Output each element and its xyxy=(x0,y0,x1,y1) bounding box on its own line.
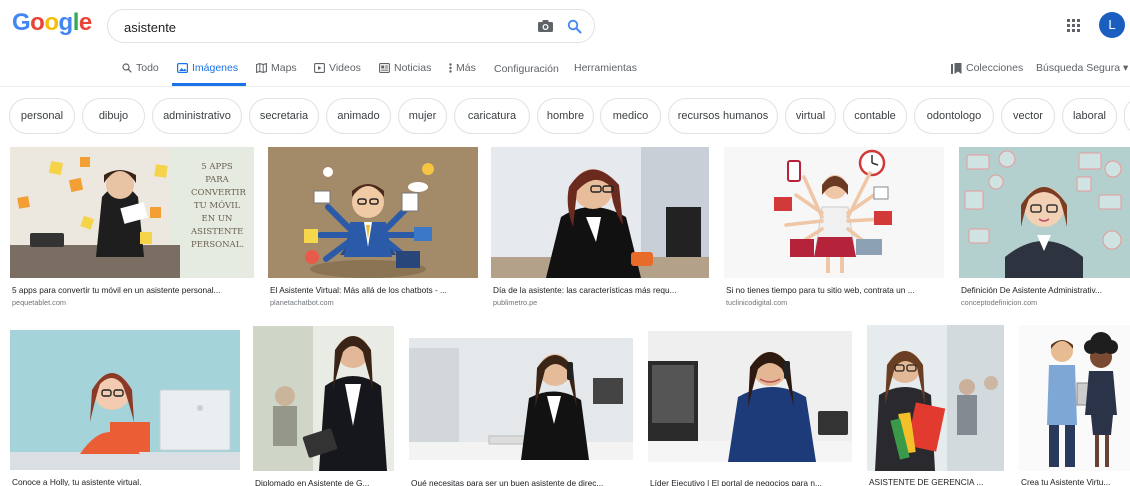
bookmark-collection-icon xyxy=(951,62,962,74)
search-box[interactable] xyxy=(107,9,595,43)
chip[interactable]: caricatura xyxy=(454,98,530,134)
chip[interactable]: medico xyxy=(600,98,661,134)
chip[interactable]: secretaria xyxy=(249,98,319,134)
result-source: tuclinicodigital.com xyxy=(726,298,788,307)
header: Google L xyxy=(0,0,1130,52)
tab-videos[interactable]: Videos xyxy=(314,62,361,74)
result-caption: ASISTENTE DE GERENCIA ... xyxy=(869,477,984,486)
chip[interactable]: virtual xyxy=(785,98,836,134)
tab-maps[interactable]: Maps xyxy=(256,62,297,74)
google-logo[interactable]: Google xyxy=(12,9,92,37)
image-result[interactable]: Día de la asistente: las características… xyxy=(491,147,709,310)
result-caption: Líder Ejecutivo | El portal de negocios … xyxy=(650,478,822,486)
image-result[interactable]: ASISTENTE DE GERENCIA ... xyxy=(867,325,1004,486)
chip[interactable]: laboral xyxy=(1062,98,1117,134)
chip[interactable]: vector xyxy=(1001,98,1055,134)
logo-letter: o xyxy=(30,9,45,36)
result-source: pequetablet.com xyxy=(12,298,66,307)
tools-link[interactable]: Herramientas xyxy=(574,62,637,74)
tab-todo[interactable]: Todo xyxy=(122,62,159,74)
image-result[interactable]: Conoce a Holly, tu asistente virtual. xyxy=(10,330,240,486)
result-source: publimetro.pe xyxy=(493,298,538,307)
chip[interactable]: mujer xyxy=(398,98,447,134)
result-thumbnail[interactable] xyxy=(867,325,1004,471)
chip[interactable]: hombre xyxy=(537,98,594,134)
logo-letter: e xyxy=(78,9,92,36)
result-thumbnail[interactable] xyxy=(253,326,394,471)
chip[interactable]: recursos humanos xyxy=(668,98,778,134)
divider xyxy=(0,86,1130,87)
image-result[interactable]: Líder Ejecutivo | El portal de negocios … xyxy=(648,331,852,486)
chip[interactable]: dibujo xyxy=(82,98,145,134)
result-thumbnail[interactable] xyxy=(10,330,240,470)
tools-label: Herramientas xyxy=(574,62,638,74)
tab-label: Imágenes xyxy=(192,62,239,74)
result-caption: Si no tienes tiempo para tu sitio web, c… xyxy=(726,285,915,295)
logo-letter: g xyxy=(58,9,74,36)
settings-label: Configuración xyxy=(494,63,559,75)
camera-icon[interactable] xyxy=(538,20,553,32)
search-icon[interactable] xyxy=(567,19,582,34)
tab-imagenes[interactable]: Imágenes xyxy=(177,62,238,74)
chip[interactable]: contable xyxy=(843,98,907,134)
collections-label: Colecciones xyxy=(966,62,1024,74)
search-icon xyxy=(122,63,132,73)
result-caption: Diplomado en Asistente de G... xyxy=(255,478,370,486)
image-icon xyxy=(177,63,188,73)
news-icon xyxy=(379,63,390,73)
search-input[interactable] xyxy=(124,17,514,37)
result-source: planetachatbot.com xyxy=(270,298,334,307)
chip[interactable]: animado xyxy=(326,98,391,134)
result-caption: Qué necesitas para ser un buen asistente… xyxy=(411,478,604,486)
video-icon xyxy=(314,63,325,73)
image-result[interactable]: Diplomado en Asistente de G... xyxy=(253,326,394,486)
tab-label: Noticias xyxy=(394,62,432,74)
result-thumbnail[interactable] xyxy=(491,147,709,278)
logo-letter: G xyxy=(12,9,31,36)
tab-label: Más xyxy=(456,62,476,74)
safe-search-toggle[interactable]: Búsqueda Segura ▾ xyxy=(1036,62,1128,74)
image-result[interactable]: Definición De Asistente Administrativ...… xyxy=(959,147,1130,310)
result-thumbnail[interactable] xyxy=(409,338,633,460)
chip-partial[interactable] xyxy=(1124,98,1130,134)
result-caption: 5 apps para convertir tu móvil en un asi… xyxy=(12,285,221,295)
result-source: conceptodefinicion.com xyxy=(961,298,1038,307)
tab-mas[interactable]: Más xyxy=(449,62,476,74)
tab-label: Maps xyxy=(271,62,297,74)
chip[interactable]: odontologo xyxy=(914,98,994,134)
result-caption: Conoce a Holly, tu asistente virtual. xyxy=(12,477,142,486)
result-thumbnail[interactable] xyxy=(648,331,852,462)
safe-search-label: Búsqueda Segura ▾ xyxy=(1036,62,1129,74)
settings-link[interactable]: Configuración xyxy=(494,63,559,75)
result-caption: Crea tu Asistente Virtu... xyxy=(1021,477,1111,486)
chip[interactable]: administrativo xyxy=(152,98,242,134)
map-icon xyxy=(256,63,267,73)
result-thumbnail[interactable] xyxy=(268,147,478,278)
image-result[interactable]: 5 APPS PARA CONVERTIR TU MÓVIL EN UN ASI… xyxy=(10,147,254,310)
collections-link[interactable]: Colecciones xyxy=(951,62,1023,74)
avatar[interactable]: L xyxy=(1099,12,1125,38)
result-caption: Día de la asistente: las características… xyxy=(493,285,677,295)
tab-noticias[interactable]: Noticias xyxy=(379,62,431,74)
chip[interactable]: personal xyxy=(9,98,75,134)
image-result[interactable]: Qué necesitas para ser un buen asistente… xyxy=(409,338,633,486)
logo-letter: o xyxy=(44,9,59,36)
result-thumbnail[interactable] xyxy=(959,147,1130,278)
thumbnail-overlay-text: 5 APPS PARA CONVERTIR TU MÓVIL EN UN ASI… xyxy=(191,162,246,250)
related-search-chips: personal dibujo administrativo secretari… xyxy=(9,98,1130,134)
result-thumbnail[interactable] xyxy=(1019,325,1130,471)
apps-grid-icon[interactable] xyxy=(1067,19,1080,32)
image-result[interactable]: Crea tu Asistente Virtu... xyxy=(1019,325,1130,486)
image-result[interactable]: El Asistente Virtual: Más allá de los ch… xyxy=(268,147,478,310)
image-result[interactable]: Si no tienes tiempo para tu sitio web, c… xyxy=(724,147,944,310)
more-vert-icon xyxy=(449,63,452,73)
tabs-bar: Todo Imágenes Maps Videos Noticias Más C… xyxy=(0,58,1130,86)
tab-label: Todo xyxy=(136,62,159,74)
result-caption: Definición De Asistente Administrativ... xyxy=(961,285,1102,295)
result-caption: El Asistente Virtual: Más allá de los ch… xyxy=(270,285,447,295)
tab-label: Videos xyxy=(329,62,361,74)
result-thumbnail[interactable] xyxy=(724,147,944,278)
result-thumbnail[interactable]: 5 APPS PARA CONVERTIR TU MÓVIL EN UN ASI… xyxy=(10,147,254,278)
